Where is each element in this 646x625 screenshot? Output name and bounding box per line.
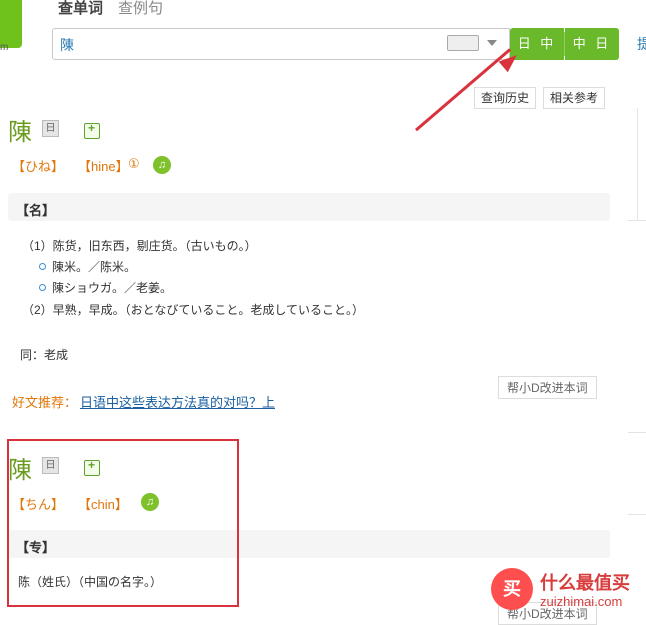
watermark-title: 什么最值买 bbox=[540, 573, 630, 593]
related-reference-button[interactable]: 相关参考 bbox=[543, 87, 606, 109]
improve-entry-button[interactable]: 帮小D改进本词 bbox=[498, 376, 597, 399]
right-panel-divider bbox=[628, 514, 646, 515]
watermark-url: zuizhimai.com bbox=[540, 594, 623, 609]
bullet-icon bbox=[39, 263, 46, 270]
logo-text: m bbox=[0, 42, 9, 53]
watermark-logo: 买 bbox=[491, 568, 533, 610]
red-box-annotation bbox=[7, 439, 239, 607]
kana-reading: 【ひね】 bbox=[12, 159, 65, 174]
bullet-icon bbox=[39, 284, 46, 291]
pos-bar bbox=[8, 193, 610, 221]
tab-lookup-word[interactable]: 查单词 bbox=[58, 0, 103, 18]
edge-link[interactable]: 提 bbox=[637, 34, 646, 54]
add-to-wordbook-icon[interactable] bbox=[84, 121, 100, 139]
tab-lookup-example[interactable]: 查例句 bbox=[118, 0, 163, 18]
entry-word: 陳 bbox=[8, 119, 32, 146]
chevron-down-icon[interactable] bbox=[487, 40, 497, 46]
example-1: 陳米。／陈米。 bbox=[52, 260, 137, 274]
query-history-button[interactable]: 查询历史 bbox=[474, 87, 537, 109]
definition-2: （2）早熟，早成。（おとなびていること。老成していること。） bbox=[22, 303, 364, 317]
recommend-label: 好文推荐： bbox=[12, 395, 78, 410]
right-panel-divider bbox=[628, 432, 646, 433]
romaji-reading: 【hine】 bbox=[78, 159, 129, 174]
cn-to-jp-button[interactable]: 中 日 bbox=[565, 28, 619, 60]
search-input[interactable] bbox=[52, 28, 510, 60]
app-logo bbox=[0, 0, 22, 48]
jp-to-cn-button[interactable]: 日 中 bbox=[510, 28, 564, 60]
keyboard-icon[interactable] bbox=[447, 35, 479, 51]
speaker-icon[interactable]: ♫ bbox=[153, 156, 171, 174]
accent-mark: ① bbox=[128, 156, 140, 171]
recommend-link[interactable]: 日语中这些表达方法真的对吗？上 bbox=[80, 392, 275, 411]
example-2: 陳ショウガ。／老姜。 bbox=[52, 281, 173, 295]
definition-1: （1）陈货，旧东西，剔庄货。（古いもの。） bbox=[22, 239, 257, 253]
search-input-value: 陳 bbox=[60, 37, 74, 53]
part-of-speech: 【名】 bbox=[16, 203, 56, 218]
synonym: 同：老成 bbox=[20, 348, 69, 362]
right-panel-border bbox=[637, 108, 638, 220]
right-panel-divider bbox=[628, 220, 646, 221]
japanese-badge: 日 bbox=[42, 120, 59, 137]
